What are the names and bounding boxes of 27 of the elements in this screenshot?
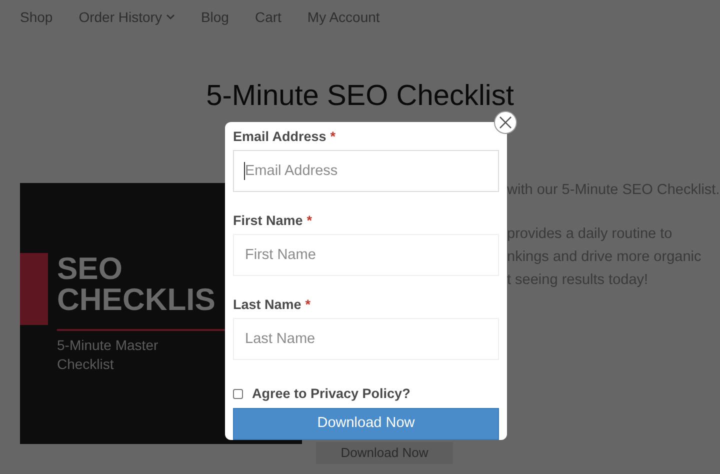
cover-subtitle: 5-Minute Master [57,336,158,355]
chevron-down-icon [166,14,175,20]
close-button[interactable] [494,111,517,134]
cover-heading: SEO [57,253,124,284]
privacy-label: Agree to Privacy Policy? [252,385,410,403]
page-title: 5-Minute SEO Checklist [205,79,515,114]
field-label: Email Address [233,128,326,145]
text-cursor-icon [244,162,245,180]
required-mark: * [330,128,336,145]
submit-button[interactable]: Download Now [233,408,499,440]
text-field[interactable]: Last Name [233,318,499,360]
field-label: Last Name [233,296,302,313]
text-field[interactable]: First Name [233,234,499,276]
nav-link[interactable]: Shop [20,6,53,28]
field-label: First Name [233,212,303,229]
required-mark: * [305,296,311,313]
close-icon [499,116,512,129]
cover-subtitle: Checklist [57,355,114,374]
cover-heading: CHECKLIS [57,284,216,315]
nav-link[interactable]: Order History [78,6,175,28]
nav-link[interactable]: Cart [254,6,282,28]
text-field[interactable]: Email Address [233,150,499,192]
accent-bar [20,253,48,325]
nav-link[interactable]: My Account [307,6,380,28]
required-mark: * [306,212,312,229]
privacy-checkbox[interactable] [233,389,243,400]
nav-link[interactable]: Blog [200,6,229,28]
